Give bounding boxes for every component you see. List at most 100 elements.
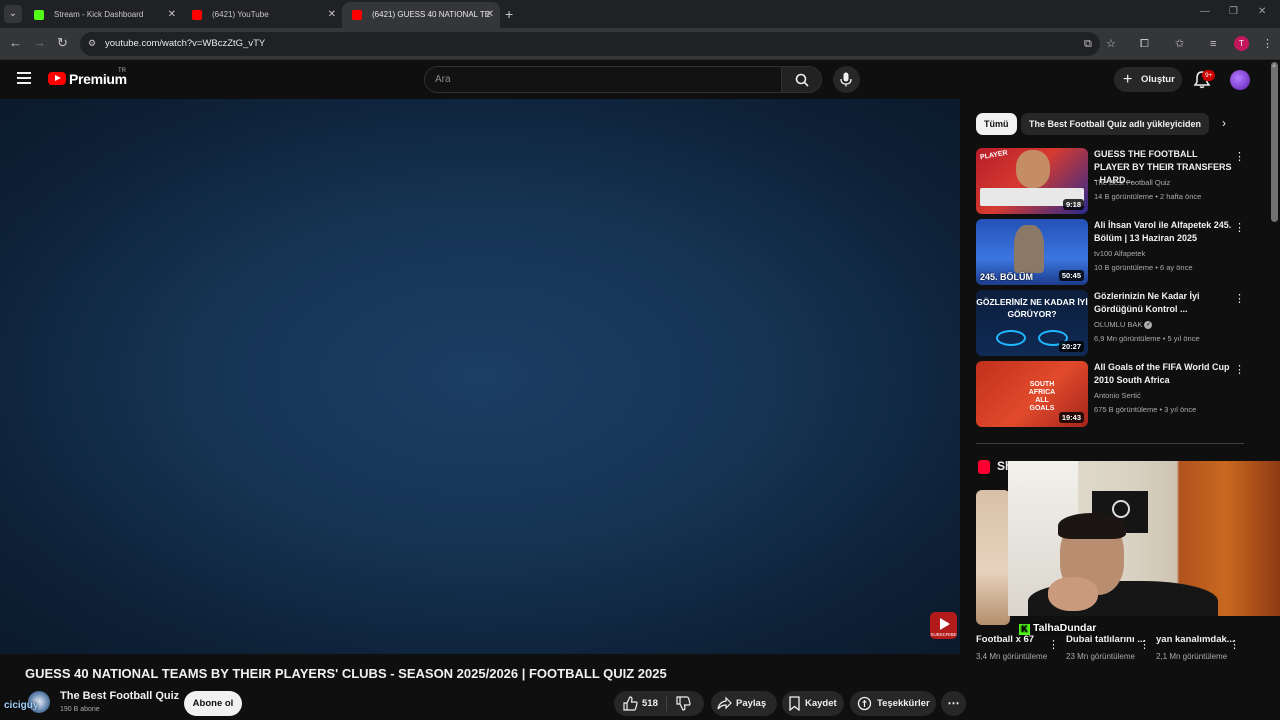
recommendation-channel[interactable]: Antonio Sertić [1094,391,1141,400]
duration-badge: 19:43 [1058,412,1084,423]
maximize-icon[interactable]: ❐ [1229,6,1238,17]
cast-icon[interactable]: ⧉ [1084,37,1092,51]
tab-close-icon[interactable]: ✕ [486,2,494,28]
recommendation-channel[interactable]: The Best Football Quiz [1094,178,1170,187]
extensions-icon[interactable]: ⧠ [1140,37,1149,51]
video-player[interactable] [0,99,960,654]
more-vertical-icon[interactable]: ⋮ [1048,638,1059,651]
save-button[interactable]: Kaydet [782,691,844,716]
short-views: 23 Mn görüntüleme [1066,652,1135,661]
recommendation-meta: 675 B görüntüleme • 3 yıl önce [1094,405,1197,414]
like-count[interactable]: 518 [642,691,658,716]
recommendation-title[interactable]: Gözlerinizin Ne Kadar İyi Gördüğünü Kont… [1094,290,1232,316]
recommendation-item[interactable]: GÖZLERİNİZ NE KADAR İYİ GÖRÜYOR? 20:27 G… [976,290,1246,356]
recommendation-title[interactable]: Ali İhsan Varol ile Alfapetek 245. Bölüm… [1094,219,1232,245]
browser-tab-kick[interactable]: Stream - Kick Dashboard ✕ [24,2,182,28]
site-info-icon[interactable]: ⚙ [88,38,96,49]
new-tab-button[interactable]: + [505,5,513,23]
watermark-label: SUBSCRIBE [930,632,957,637]
hamburger-menu-icon[interactable] [17,72,31,86]
recommendation-item[interactable]: 245. BÖLÜM 50:45 Ali İhsan Varol ile Alf… [976,219,1246,285]
search-placeholder: Ara [435,74,451,85]
recommendation-title[interactable]: All Goals of the FIFA World Cup 2010 Sou… [1094,361,1232,387]
chevron-right-icon[interactable]: › [1222,116,1226,130]
video-thumbnail[interactable]: SOUTH AFRICA ALL GOALS 19:43 [976,361,1088,427]
more-vertical-icon[interactable]: ⋮ [1234,363,1245,376]
video-thumbnail[interactable]: GÖZLERİNİZ NE KADAR İYİ GÖRÜYOR? 20:27 [976,290,1088,356]
back-arrow-icon[interactable]: ← [9,35,22,51]
search-button[interactable] [781,66,822,93]
close-window-icon[interactable]: ✕ [1258,6,1266,17]
thanks-label: Teşekkürler [877,698,930,709]
more-vertical-icon[interactable]: ⋮ [1229,638,1240,651]
reload-icon[interactable]: ↻ [57,35,68,51]
tab-search-button[interactable]: ⌄ [4,5,22,23]
page-scrollbar[interactable] [1271,62,1278,222]
bookmark-star-icon[interactable]: ☆ [1106,37,1116,51]
like-thumb-icon[interactable] [623,696,638,711]
more-vertical-icon[interactable]: ⋮ [1234,292,1245,305]
tab-close-icon[interactable]: ✕ [168,2,176,28]
browser-tab-video[interactable]: (6421) GUESS 40 NATIONAL TE ✕ [342,2,500,28]
stream-overlay-handle: ciciguy [4,700,39,711]
tab-label: (6421) YouTube [212,10,269,19]
recommendation-meta: 10 B görüntüleme • 6 ay önce [1094,263,1193,272]
like-dislike-group: 518 [614,691,704,716]
tab-close-icon[interactable]: ✕ [328,2,336,28]
video-thumbnail[interactable]: 245. BÖLÜM 50:45 [976,219,1088,285]
duration-badge: 20:27 [1058,341,1084,352]
recommendation-item[interactable]: SOUTH AFRICA ALL GOALS 19:43 All Goals o… [976,361,1246,427]
duration-badge: 50:45 [1058,270,1084,281]
microphone-icon [840,72,852,87]
webcam-overlay [1008,461,1280,616]
recommendation-channel[interactable]: tv100 Alfapetek [1094,249,1145,258]
tab-label: (6421) GUESS 40 NATIONAL TE [372,10,491,19]
more-actions-button[interactable]: ⋯ [941,691,966,716]
country-code: TR [118,68,126,74]
short-views: 2,1 Mn görüntüleme [1156,652,1228,661]
create-button[interactable]: + Oluştur [1114,67,1182,92]
address-bar[interactable]: ⚙ youtube.com/watch?v=WBczZtG_vTY [80,32,1100,56]
subscribe-watermark[interactable]: SUBSCRIBE [930,612,957,639]
minimize-icon[interactable]: — [1200,6,1210,17]
browser-tab-youtube[interactable]: (6421) YouTube ✕ [182,2,342,28]
media-controls-icon[interactable]: ≡ [1210,37,1216,51]
youtube-favicon-icon [192,10,202,20]
short-item[interactable]: yan kanalımdak... 2,1 Mn görüntüleme [1156,633,1240,664]
video-thumbnail[interactable]: PLAYER 9:18 [976,148,1088,214]
recommendation-channel[interactable]: OLUMLU BAK ✓ [1094,320,1153,330]
notifications-badge: 9+ [1202,70,1216,81]
subscribe-button[interactable]: Abone ol [184,691,242,716]
browser-tab-strip: ⌄ Stream - Kick Dashboard ✕ (6421) YouTu… [0,0,1280,28]
search-input[interactable]: Ara [424,66,782,93]
more-horizontal-icon: ⋯ [947,696,960,710]
chip-all[interactable]: Tümü [976,113,1017,135]
super-thanks-icon [857,696,872,711]
streamer-name-label: K TalhaDundar [1019,622,1096,635]
browser-menu-icon[interactable]: ⋮ [1262,37,1273,51]
forward-arrow-icon[interactable]: → [33,35,46,51]
more-vertical-icon[interactable]: ⋮ [1139,638,1150,651]
recommendation-item[interactable]: PLAYER 9:18 GUESS THE FOOTBALL PLAYER BY… [976,148,1246,214]
short-title[interactable]: yan kanalımdak... [1156,633,1240,646]
short-item[interactable]: Dubai tatlılarını ... 23 Mn görüntüleme [1066,633,1150,664]
favorites-icon[interactable]: ✩ [1175,37,1184,51]
recommendation-meta: 6,9 Mn görüntüleme • 5 yıl önce [1094,334,1200,343]
voice-search-button[interactable] [833,66,860,93]
thanks-button[interactable]: Teşekkürler [850,691,936,716]
more-vertical-icon[interactable]: ⋮ [1234,221,1245,234]
more-vertical-icon[interactable]: ⋮ [1234,150,1245,163]
profile-avatar[interactable]: T [1234,36,1249,51]
section-divider [976,443,1244,444]
verified-check-icon: ✓ [1144,321,1153,330]
plus-icon: + [1123,71,1133,88]
share-button[interactable]: Paylaş [711,691,777,716]
account-avatar[interactable] [1230,70,1250,90]
youtube-logo-icon[interactable] [48,72,66,85]
scroll-up-icon[interactable]: ▲ [1271,63,1277,69]
short-thumbnail[interactable] [976,490,1010,625]
channel-name[interactable]: The Best Football Quiz [60,690,179,702]
dislike-thumb-icon[interactable] [676,696,691,711]
chip-from-uploader[interactable]: The Best Football Quiz adlı yükleyiciden [1021,113,1210,135]
kick-logo-icon: K [1019,624,1030,635]
